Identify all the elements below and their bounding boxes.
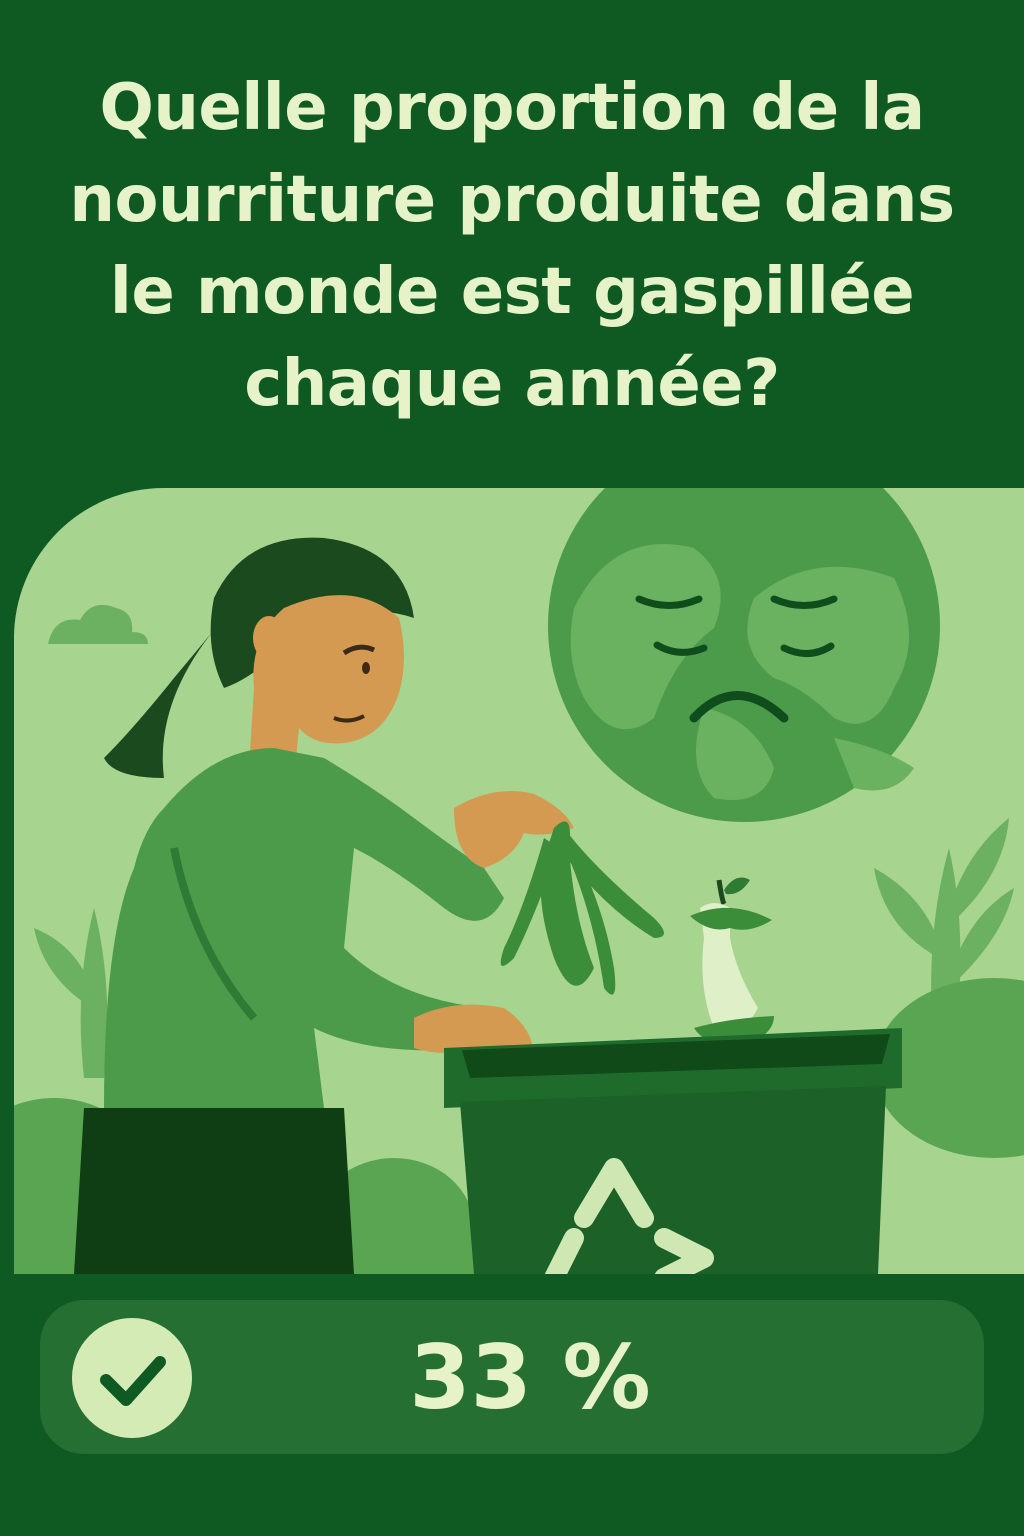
question-title: Quelle proportion de la nourriture produ…	[69, 71, 955, 421]
answer-value: 33 %	[409, 1326, 651, 1429]
sad-earth-icon	[548, 488, 940, 822]
answer-panel: 33 %	[40, 1300, 984, 1454]
banana-peel	[500, 821, 664, 995]
cloud-icon	[48, 604, 148, 644]
apple-core	[690, 877, 774, 1048]
illustration-scene	[14, 488, 1024, 1274]
check-icon	[72, 1318, 192, 1438]
